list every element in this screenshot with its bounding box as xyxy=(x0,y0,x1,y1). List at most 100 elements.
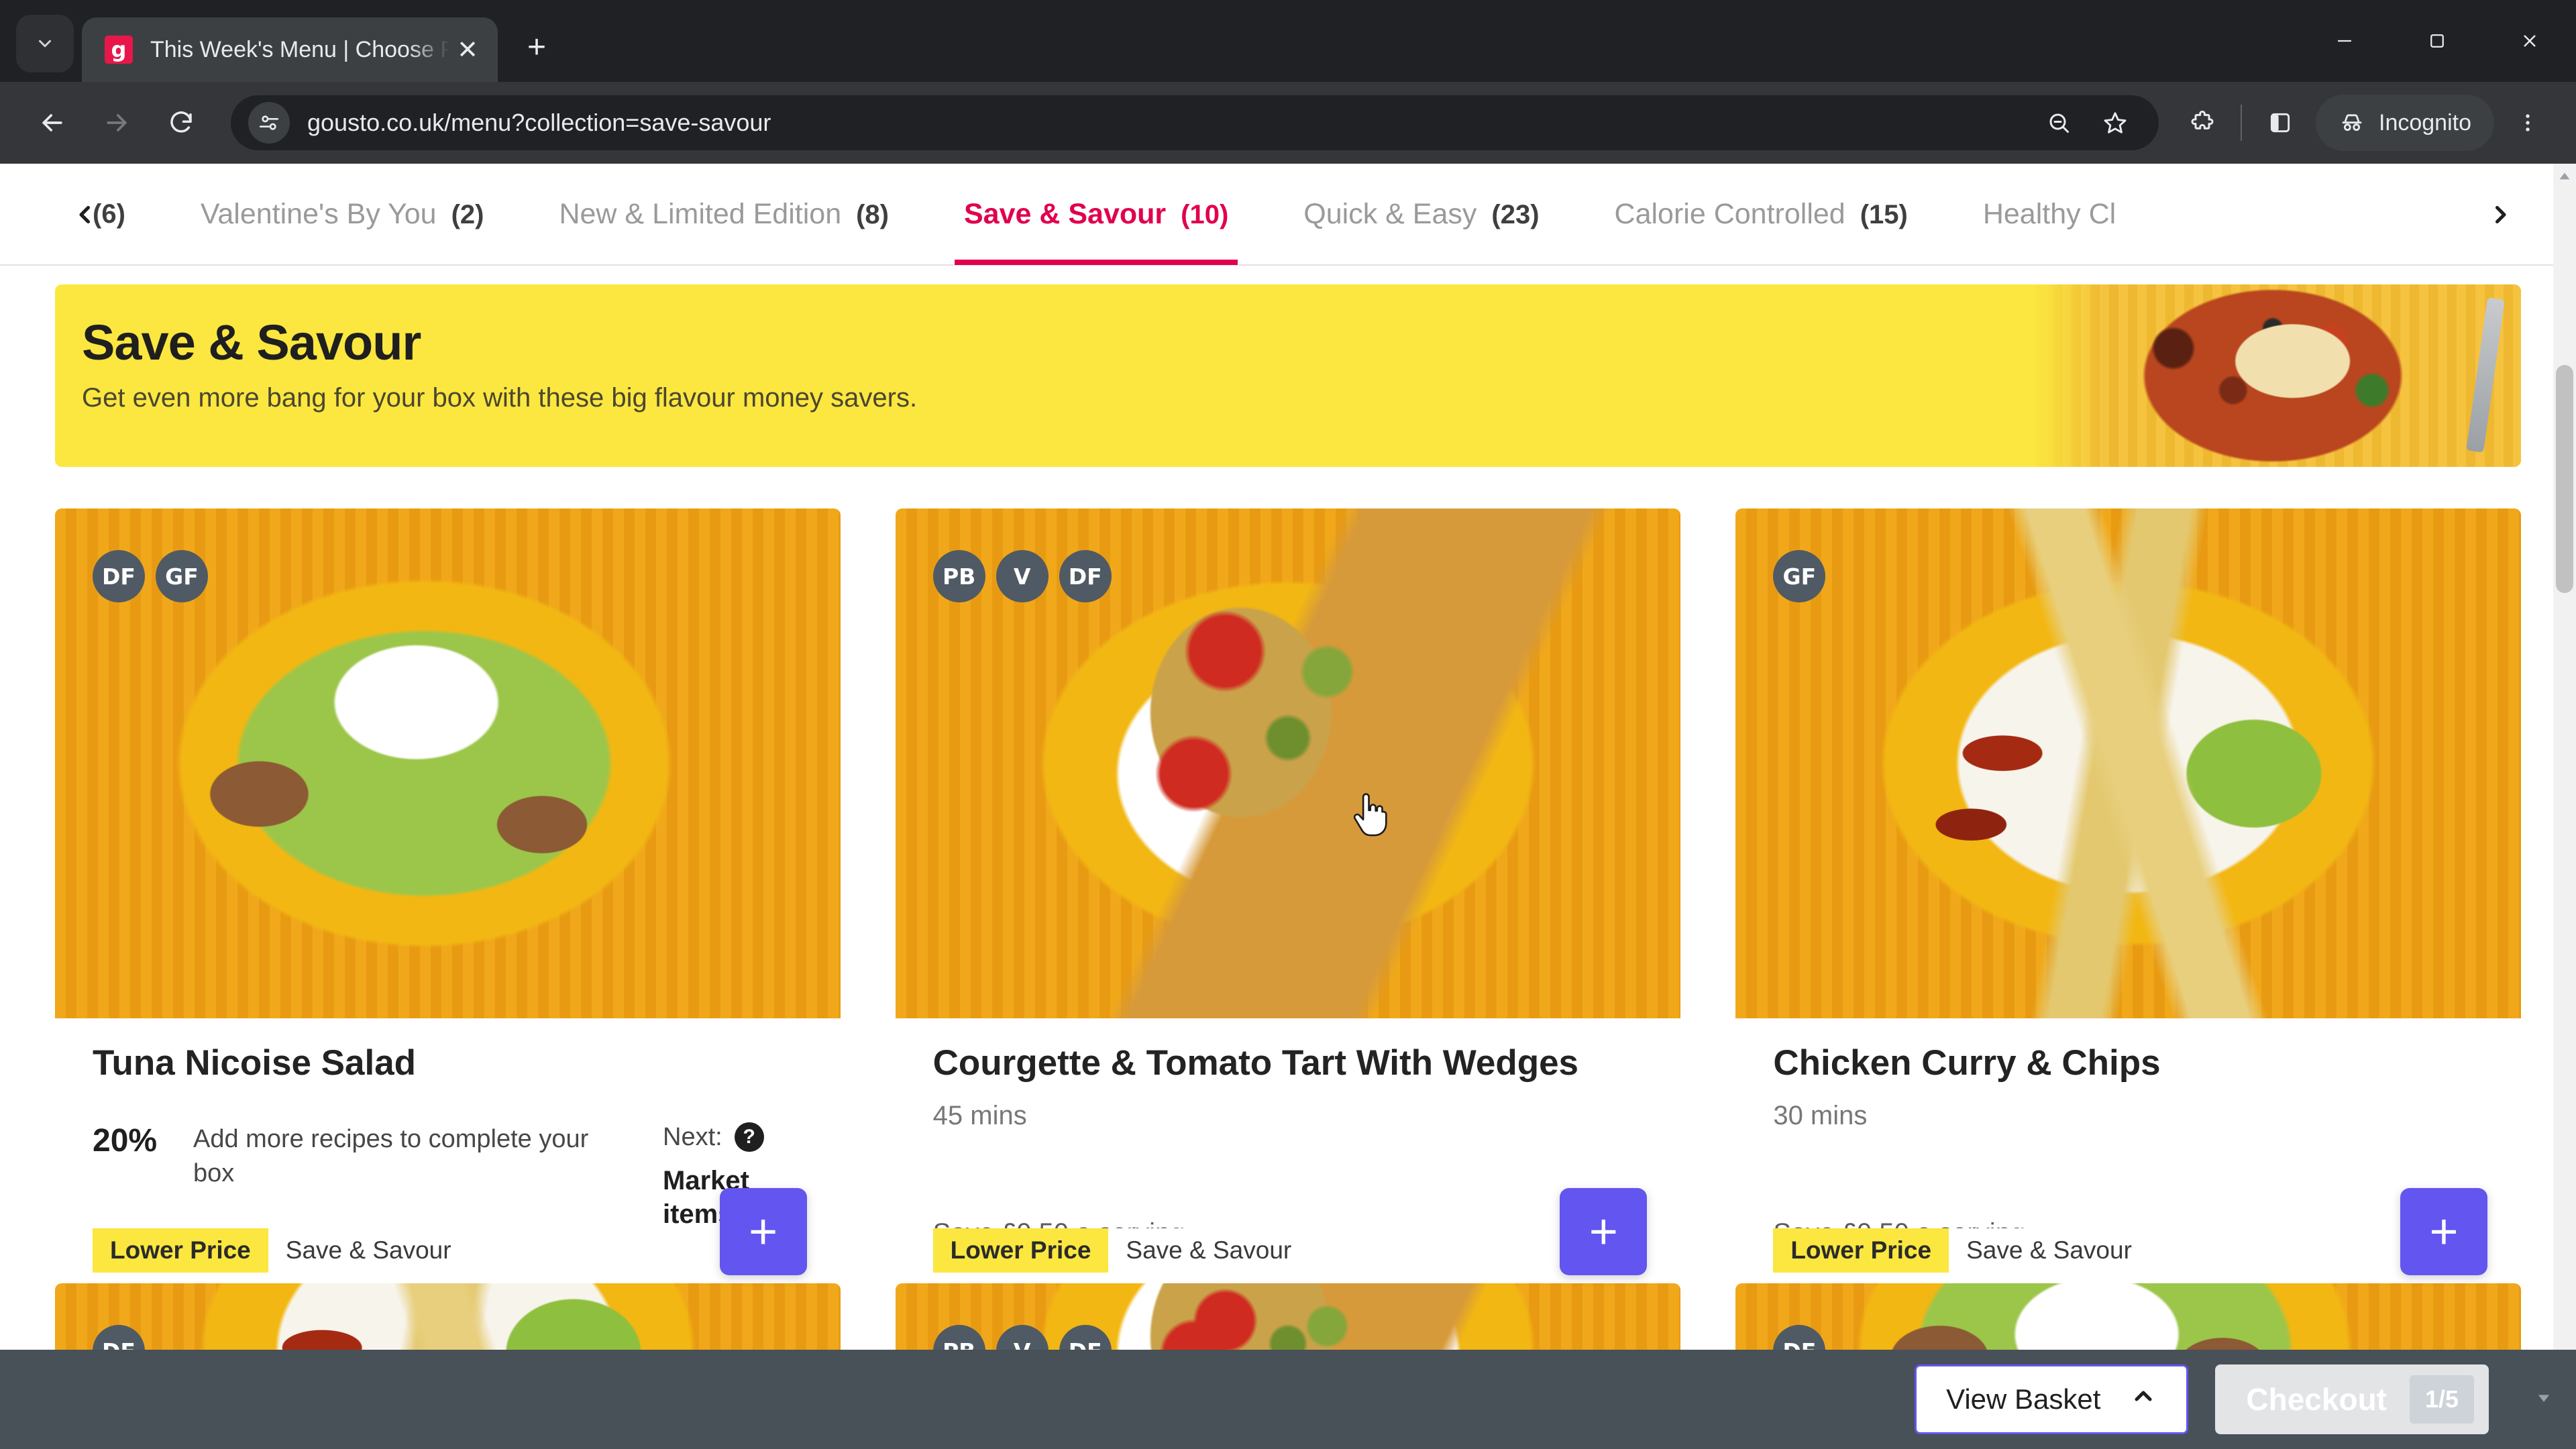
incognito-hat-icon xyxy=(2342,114,2362,131)
diet-badge-df: DF xyxy=(1059,550,1112,602)
collection-banner-wrap: Save & Savour Get even more bang for you… xyxy=(0,266,2576,467)
close-window-button[interactable] xyxy=(2483,0,2576,82)
tab-title: This Week's Menu | Choose Fro xyxy=(150,36,449,62)
scrollbar-thumb[interactable] xyxy=(2556,365,2573,593)
collection-tab-new-limited[interactable]: New & Limited Edition (8) xyxy=(521,164,926,265)
recipe-tags: Lower Price Save & Savour xyxy=(1773,1228,2149,1273)
recipe-image[interactable]: PB V DF xyxy=(895,508,1681,1018)
recipe-card[interactable]: PB V DF Lower Price Save & Savour + Cour… xyxy=(895,508,1681,1275)
scroll-down-arrow-icon[interactable] xyxy=(2534,1389,2553,1411)
url-text: gousto.co.uk/menu?collection=save-savour xyxy=(307,109,771,136)
checkout-count-badge: 1/5 xyxy=(2410,1375,2474,1424)
basket-bottom-bar: View Basket Checkout 1/5 xyxy=(0,1350,2576,1449)
banner-subtitle: Get even more bang for your box with the… xyxy=(82,383,918,413)
box-progress-message: Add more recipes to complete your box xyxy=(193,1125,589,1188)
chevron-up-icon xyxy=(2130,1383,2157,1416)
browser-titlebar: g This Week's Menu | Choose Fro ✕ + xyxy=(0,0,2576,82)
collection-tab-label: Valentine's By You xyxy=(200,198,437,230)
recipe-card[interactable]: GF Lower Price Save & Savour + Chicken C… xyxy=(1735,508,2521,1275)
recipe-image[interactable]: DF GF xyxy=(55,508,841,1018)
collection-tab-count: (8) xyxy=(856,200,889,229)
recipe-tags: Lower Price Save & Savour xyxy=(93,1228,469,1273)
window-controls xyxy=(2298,0,2576,82)
diet-badges: GF xyxy=(1773,550,1826,602)
diet-badge-gf: GF xyxy=(156,550,208,602)
collection-tab-calorie-controlled[interactable]: Calorie Controlled (15) xyxy=(1577,164,1945,265)
page-viewport: (6) Valentine's By You (2) New & Limited… xyxy=(0,164,2576,1449)
page-scrollbar[interactable] xyxy=(2553,164,2576,1449)
collection-tabs: (6) Valentine's By You (2) New & Limited… xyxy=(0,164,2153,265)
maximize-button[interactable] xyxy=(2391,0,2483,82)
collection-tab-count: (23) xyxy=(1491,200,1540,229)
collections-scroll-left-icon[interactable] xyxy=(62,164,109,266)
next-step-row: Next: ? xyxy=(663,1122,804,1152)
recipe-cook-time: 30 mins xyxy=(1773,1101,1868,1130)
browser-window: g This Week's Menu | Choose Fro ✕ + gous… xyxy=(0,0,2576,1449)
checkout-label: Checkout xyxy=(2246,1382,2387,1417)
diet-badge-pb: PB xyxy=(932,550,985,602)
recipe-title[interactable]: Chicken Curry & Chips xyxy=(1773,1042,2516,1083)
scrollbar-up-icon[interactable] xyxy=(2556,168,2573,190)
lower-price-tag: Lower Price xyxy=(932,1228,1109,1273)
diet-badges: DF GF xyxy=(93,550,208,602)
checkout-button[interactable]: Checkout 1/5 xyxy=(2215,1364,2489,1434)
recipe-card[interactable]: DF GF Lower Price Save & Savour + Tuna N… xyxy=(55,508,841,1275)
next-prefix-label: Next: xyxy=(663,1122,722,1151)
fork-decoration-icon xyxy=(2466,297,2505,453)
banner-image-fade xyxy=(2025,284,2105,467)
tab-strip: g This Week's Menu | Choose Fro ✕ + xyxy=(0,0,561,82)
recipe-cook-time: 45 mins xyxy=(932,1101,1027,1130)
page-settings-icon[interactable] xyxy=(248,102,290,144)
lower-price-tag: Lower Price xyxy=(93,1228,268,1273)
address-bar[interactable]: gousto.co.uk/menu?collection=save-savour xyxy=(231,95,2159,150)
minimize-button[interactable] xyxy=(2298,0,2391,82)
lower-price-tag: Lower Price xyxy=(1773,1228,1949,1273)
collection-tab-valentines[interactable]: Valentine's By You (2) xyxy=(163,164,522,265)
three-dot-menu-icon[interactable] xyxy=(2500,95,2556,151)
side-panel-icon[interactable] xyxy=(2254,97,2306,149)
collection-tag: Save & Savour xyxy=(1108,1228,1309,1273)
add-recipe-button[interactable]: + xyxy=(719,1188,807,1275)
view-basket-label: View Basket xyxy=(1946,1383,2101,1415)
browser-tab[interactable]: g This Week's Menu | Choose Fro ✕ xyxy=(82,17,498,82)
incognito-indicator[interactable]: Incognito xyxy=(2316,95,2494,151)
toolbar-divider xyxy=(2241,105,2242,141)
add-recipe-button[interactable]: + xyxy=(1560,1188,1648,1275)
collection-tab-count: (2) xyxy=(451,200,484,229)
new-tab-button[interactable]: + xyxy=(513,23,561,71)
browser-toolbar: gousto.co.uk/menu?collection=save-savour xyxy=(0,82,2576,164)
diet-badge-gf: GF xyxy=(1773,550,1826,602)
collection-tag: Save & Savour xyxy=(1949,1228,2149,1273)
banner-food-image xyxy=(2025,284,2521,467)
back-button-icon[interactable] xyxy=(20,91,85,155)
collection-tab-label: Calorie Controlled xyxy=(1614,198,1845,230)
diet-badges: PB V DF xyxy=(932,550,1112,602)
omnibox-actions xyxy=(2033,97,2141,149)
diet-badge-v: V xyxy=(996,550,1049,602)
zoom-out-icon[interactable] xyxy=(2033,97,2085,149)
collection-tab-quick-easy[interactable]: Quick & Easy (23) xyxy=(1266,164,1576,265)
incognito-label: Incognito xyxy=(2379,109,2471,136)
add-recipe-button[interactable]: + xyxy=(2400,1188,2487,1275)
recipe-image[interactable]: GF xyxy=(1735,508,2521,1018)
question-mark-icon[interactable]: ? xyxy=(734,1122,764,1152)
gousto-favicon-icon: g xyxy=(105,36,133,64)
collection-tag: Save & Savour xyxy=(268,1228,469,1273)
recipe-title[interactable]: Courgette & Tomato Tart With Wedges xyxy=(933,1042,1676,1083)
view-basket-button[interactable]: View Basket xyxy=(1915,1364,2189,1434)
close-tab-icon[interactable]: ✕ xyxy=(449,32,486,68)
collections-scroll-right-icon[interactable] xyxy=(2477,164,2524,266)
collection-tab-healthy[interactable]: Healthy Cl xyxy=(1945,164,2153,265)
forward-button-icon[interactable] xyxy=(85,91,149,155)
bookmark-star-icon[interactable] xyxy=(2089,97,2141,149)
collection-tab-save-savour[interactable]: Save & Savour (10) xyxy=(926,164,1266,265)
reload-button-icon[interactable] xyxy=(149,91,213,155)
collection-banner: Save & Savour Get even more bang for you… xyxy=(55,284,2521,467)
recipe-tags: Lower Price Save & Savour xyxy=(932,1228,1309,1273)
recipe-title[interactable]: Tuna Nicoise Salad xyxy=(93,1042,835,1083)
banner-text: Save & Savour Get even more bang for you… xyxy=(55,284,2025,467)
extensions-puzzle-icon[interactable] xyxy=(2176,97,2229,149)
collection-tab-label: Quick & Easy xyxy=(1303,198,1477,230)
collection-tab-label: Healthy Cl xyxy=(1982,198,2116,230)
tab-search-icon[interactable] xyxy=(16,15,74,72)
